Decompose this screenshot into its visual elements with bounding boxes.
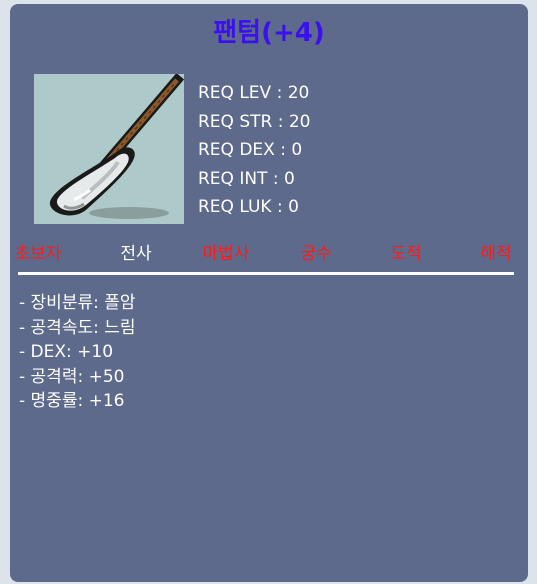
req-dex: REQ DEX : 0: [198, 140, 303, 160]
stat-accuracy: - 명중률: +16: [19, 391, 125, 411]
stat-dex: - DEX: +10: [19, 342, 114, 362]
stat-attack: - 공격력: +50: [19, 366, 125, 387]
stat-attack-speed: - 공격속도: 느림: [19, 317, 136, 338]
item-name: 팬텀(+4): [213, 18, 325, 48]
req-int: REQ INT : 0: [198, 168, 295, 189]
divider: [18, 272, 514, 275]
req-luk: REQ LUK : 0: [198, 197, 299, 217]
requirements-list: REQ LEV : 20 REQ STR : 20 REQ DEX : 0 RE…: [198, 79, 311, 222]
job-thief: 도적: [390, 244, 422, 264]
job-warrior: 전사: [120, 244, 152, 264]
pole-arm-weapon-icon: [34, 74, 184, 224]
job-archer: 궁수: [300, 244, 332, 264]
stat-category: - 장비분류: 폴암: [19, 293, 136, 313]
req-str: REQ STR : 20: [198, 111, 311, 132]
job-magician: 마법사: [202, 244, 250, 264]
job-beginner: 초보자: [14, 244, 62, 264]
stats-list: - 장비분류: 폴암 - 공격속도: 느림 - DEX: +10 - 공격력: …: [19, 291, 136, 414]
job-pirate: 해적: [480, 244, 512, 264]
job-list: 초보자 전사 마법사 궁수 도적 해적: [10, 239, 528, 269]
item-tooltip: 팬텀(+4) REQ LEV : 20 REQ STR : 20 REQ DEX…: [10, 4, 528, 582]
req-level: REQ LEV : 20: [198, 83, 310, 103]
